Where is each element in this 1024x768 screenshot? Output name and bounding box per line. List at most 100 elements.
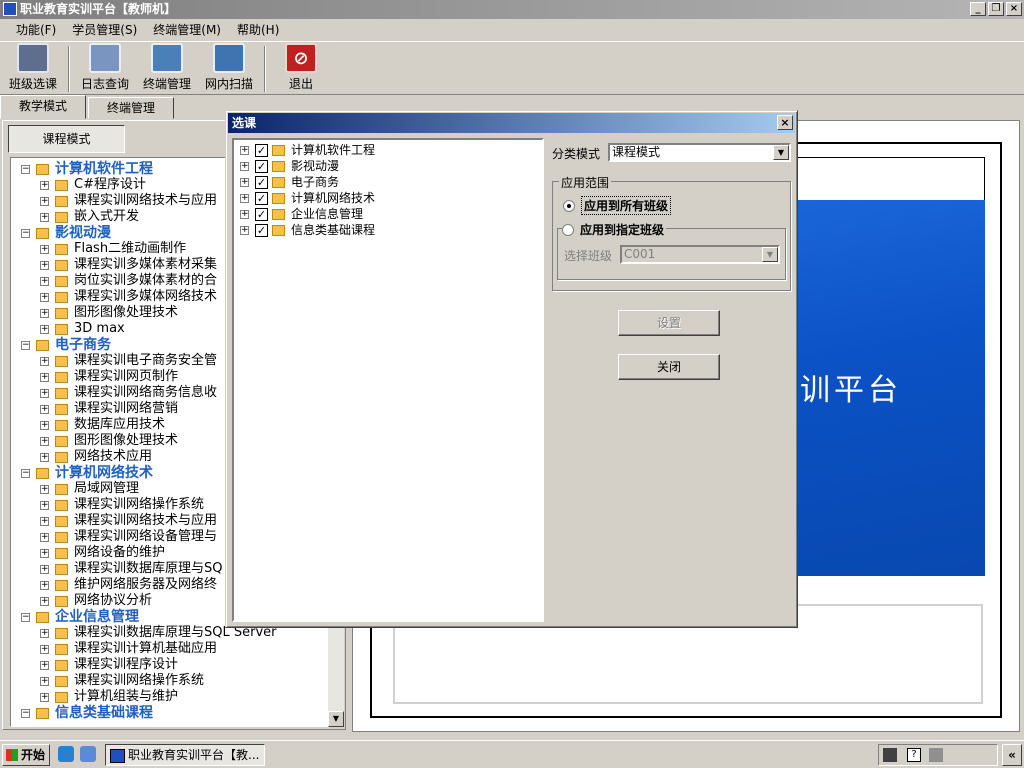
dialog-tree-item[interactable]: + ✓ 影视动漫 (240, 158, 339, 174)
tree-item[interactable]: + 课程实训网络操作系统 (40, 497, 204, 513)
expand-icon[interactable]: + (40, 532, 49, 542)
expand-icon[interactable]: + (40, 372, 49, 382)
expand-icon[interactable]: + (40, 324, 49, 334)
tree-item[interactable]: + 课程实训网页制作 (40, 369, 178, 385)
lan-scan-button[interactable]: 网内扫描 (198, 42, 260, 94)
tree-item[interactable]: + 网络技术应用 (40, 449, 152, 465)
tree-item[interactable]: + 课程实训网络操作系统 (40, 673, 204, 689)
desktop-icon[interactable] (80, 746, 96, 762)
tree-category[interactable]: − 信息类基础课程 (21, 705, 153, 721)
collapse-icon[interactable]: − (21, 340, 30, 350)
expand-icon[interactable]: + (240, 161, 249, 171)
expand-icon[interactable]: + (40, 644, 49, 654)
apply-specific-radio[interactable]: 应用到指定班级 (562, 221, 667, 238)
chevron-down-icon[interactable]: ▼ (773, 145, 789, 160)
apply-all-radio[interactable]: 应用到所有班级 (563, 196, 672, 215)
tree-item[interactable]: + 维护网络服务器及网络终 (40, 577, 217, 593)
help-icon[interactable]: ? (907, 748, 921, 762)
tree-item[interactable]: + 课程实训网络设备管理与 (40, 529, 217, 545)
expand-icon[interactable]: + (240, 193, 249, 203)
menu-function[interactable]: 功能(F) (8, 20, 64, 40)
tree-item[interactable]: + 课程实训多媒体素材采集 (40, 257, 217, 273)
tray-expand-icon[interactable]: « (1002, 744, 1022, 766)
expand-icon[interactable]: + (240, 145, 249, 155)
taskbar-app-item[interactable]: 职业教育实训平台【教... (105, 744, 265, 766)
expand-icon[interactable]: + (240, 225, 249, 235)
tree-item[interactable]: + 计算机组装与维护 (40, 689, 178, 705)
expand-icon[interactable]: + (40, 308, 49, 318)
terminal-mgmt-button[interactable]: 终端管理 (136, 42, 198, 94)
expand-icon[interactable]: + (40, 452, 49, 462)
collapse-icon[interactable]: − (21, 468, 30, 478)
tree-item[interactable]: + 课程实训程序设计 (40, 657, 178, 673)
expand-icon[interactable]: + (40, 292, 49, 302)
collapse-icon[interactable]: − (21, 228, 30, 238)
expand-icon[interactable]: + (40, 580, 49, 590)
tree-category[interactable]: − 企业信息管理 (21, 609, 139, 625)
expand-icon[interactable]: + (40, 564, 49, 574)
dialog-course-tree[interactable]: + ✓ 计算机软件工程 + ✓ 影视动漫 + ✓ 电子商务 + ✓ 计算机网络技术 + ✓ 企业信息管理 + ✓… (232, 138, 544, 622)
expand-icon[interactable]: + (40, 516, 49, 526)
expand-icon[interactable]: + (40, 196, 49, 206)
tree-item[interactable]: + 课程实训网络营销 (40, 401, 178, 417)
select-class-combo[interactable]: C001 ▼ (620, 245, 780, 264)
start-button[interactable]: 开始 (2, 744, 50, 766)
minimize-button[interactable]: _ (970, 2, 986, 16)
tree-item[interactable]: + 课程实训网络技术与应用 (40, 513, 217, 529)
tree-category[interactable]: − 电子商务 (21, 337, 111, 353)
log-query-button[interactable]: 日志查询 (74, 42, 136, 94)
tree-item[interactable]: + C#程序设计 (40, 177, 146, 193)
set-button[interactable]: 设置 (618, 310, 720, 336)
checkbox-checked-icon[interactable]: ✓ (255, 223, 268, 237)
chevron-down-icon[interactable]: ▼ (762, 247, 778, 262)
tree-item[interactable]: + 图形图像处理技术 (40, 433, 178, 449)
close-window-button[interactable]: × (1006, 2, 1022, 16)
restore-button[interactable]: ❐ (988, 2, 1004, 16)
dialog-tree-item[interactable]: + ✓ 计算机软件工程 (240, 142, 375, 158)
tree-item[interactable]: + 课程实训数据库原理与SQ (40, 561, 223, 577)
checkbox-checked-icon[interactable]: ✓ (255, 159, 268, 173)
expand-icon[interactable]: + (40, 244, 49, 254)
tree-item[interactable]: + 岗位实训多媒体素材的合 (40, 273, 217, 289)
checkbox-checked-icon[interactable]: ✓ (255, 191, 268, 205)
expand-icon[interactable]: + (40, 596, 49, 606)
dialog-close-icon[interactable]: × (777, 115, 793, 130)
exit-button[interactable]: ⊘ 退出 (270, 42, 332, 94)
expand-icon[interactable]: + (40, 212, 49, 222)
expand-icon[interactable]: + (40, 436, 49, 446)
expand-icon[interactable]: + (40, 404, 49, 414)
tree-item[interactable]: + 网络协议分析 (40, 593, 152, 609)
category-mode-select[interactable]: 课程模式 ▼ (608, 143, 791, 162)
collapse-icon[interactable]: − (21, 708, 30, 718)
tab-teaching-mode[interactable]: 教学模式 (0, 95, 87, 119)
network-icon[interactable] (883, 748, 897, 762)
tree-item[interactable]: + 课程实训计算机基础应用 (40, 641, 217, 657)
expand-icon[interactable]: + (240, 177, 249, 187)
tab-terminal-mgmt[interactable]: 终端管理 (88, 97, 175, 119)
tree-item[interactable]: + 数据库应用技术 (40, 417, 165, 433)
checkbox-checked-icon[interactable]: ✓ (255, 207, 268, 221)
tree-item[interactable]: + 局域网管理 (40, 481, 139, 497)
dialog-tree-item[interactable]: + ✓ 企业信息管理 (240, 206, 363, 222)
collapse-icon[interactable]: − (21, 164, 30, 174)
tree-item[interactable]: + 课程实训网络技术与应用 (40, 193, 217, 209)
dialog-tree-item[interactable]: + ✓ 信息类基础课程 (240, 222, 375, 238)
expand-icon[interactable]: + (40, 260, 49, 270)
dialog-tree-item[interactable]: + ✓ 电子商务 (240, 174, 339, 190)
checkbox-checked-icon[interactable]: ✓ (255, 175, 268, 189)
dialog-tree-item[interactable]: + ✓ 计算机网络技术 (240, 190, 375, 206)
scroll-down-arrow[interactable]: ▼ (328, 711, 344, 727)
tree-item[interactable]: + 课程实训电子商务安全管 (40, 353, 217, 369)
expand-icon[interactable]: + (240, 209, 249, 219)
menu-help[interactable]: 帮助(H) (229, 20, 287, 40)
expand-icon[interactable]: + (40, 660, 49, 670)
tree-category[interactable]: − 影视动漫 (21, 225, 111, 241)
close-button[interactable]: 关闭 (618, 354, 720, 380)
expand-icon[interactable]: + (40, 356, 49, 366)
course-mode-button[interactable]: 课程模式 (8, 125, 125, 153)
expand-icon[interactable]: + (40, 548, 49, 558)
tree-item[interactable]: + 课程实训网络商务信息收 (40, 385, 217, 401)
tree-item[interactable]: + 课程实训多媒体网络技术 (40, 289, 217, 305)
tree-category[interactable]: − 计算机软件工程 (21, 161, 153, 177)
tree-category[interactable]: − 计算机网络技术 (21, 465, 153, 481)
